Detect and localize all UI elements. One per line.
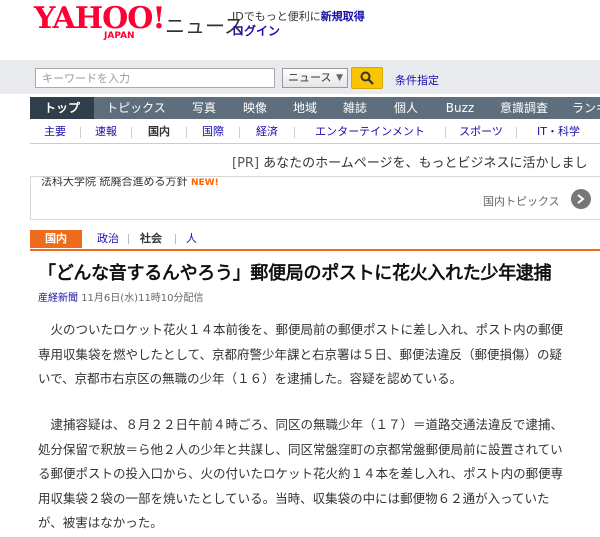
search-icon [360, 71, 374, 85]
search-bar: キーワードを入力 ニュース ▼ 条件指定 [0, 60, 600, 94]
login-box: IDでもっと便利に新規取得 ログイン [232, 10, 365, 38]
search-button[interactable] [351, 67, 383, 89]
subnav-it-science[interactable]: IT・科学 [517, 121, 600, 143]
article-source[interactable]: 産経新聞 [38, 293, 78, 304]
article-title: 「どんな音するんやろう」郵便局のポストに花火入れた少年逮捕 [38, 263, 552, 284]
header: YAHOO! JAPAN ニュース IDでもっと便利に新規取得 ログイン [0, 0, 600, 60]
category-underline [30, 249, 600, 251]
tab-survey[interactable]: 意識調査 [488, 97, 560, 119]
tab-top[interactable]: トップ [30, 97, 94, 119]
subnav-economy[interactable]: 経済 [240, 121, 294, 143]
search-scope-value: ニュース [288, 71, 332, 84]
tab-video[interactable]: 映像 [230, 97, 280, 119]
tab-photo[interactable]: 写真 [178, 97, 230, 119]
logo-sub: JAPAN [104, 31, 135, 41]
register-link[interactable]: 新規取得 [321, 10, 365, 23]
page: YAHOO! JAPAN ニュース IDでもっと便利に新規取得 ログイン キーワ… [0, 0, 600, 537]
pr-tag: [PR] [232, 156, 260, 171]
category-society[interactable]: 社会 [140, 230, 162, 248]
pr-ad[interactable]: [PR] あなたのホームページを、もっとビジネスに活かしまし [232, 152, 588, 171]
tab-ranking[interactable]: ランキ [560, 97, 600, 119]
tab-buzz[interactable]: Buzz [432, 97, 488, 119]
category-politics[interactable]: 政治 [97, 230, 119, 248]
new-badge: NEW! [191, 178, 219, 188]
advanced-search-link[interactable]: 条件指定 [395, 72, 439, 88]
search-input[interactable]: キーワードを入力 [35, 68, 275, 88]
topic-headline[interactable]: 法科大学院 統廃合進める方針 NEW! [41, 176, 219, 189]
tab-topics[interactable]: トピックス [94, 97, 178, 119]
yahoo-logo[interactable]: YAHOO! JAPAN [34, 1, 166, 42]
category-people[interactable]: 人 [186, 230, 197, 248]
subnav-entertainment[interactable]: エンターテインメント [295, 121, 445, 143]
category-divider [128, 234, 129, 244]
article-byline: 産経新聞 11月6日(水)11時10分配信 [38, 289, 204, 304]
logo-text: YAHOO! [34, 1, 166, 36]
category-divider [175, 234, 176, 244]
article-paragraph: 逮捕容疑は、８月２２日午前４時ごろ、同区の無職少年（１７）＝道路交通法違反で逮捕… [38, 417, 564, 530]
pr-text: あなたのホームページを、もっとビジネスに活かしまし [263, 156, 588, 171]
main-nav: トップ トピックス 写真 映像 地域 雑誌 個人 Buzz 意識調査 ランキ [30, 97, 600, 119]
subnav-international[interactable]: 国際 [187, 121, 239, 143]
article-datetime: 11月6日(水)11時10分配信 [81, 293, 204, 304]
subnav-sports[interactable]: スポーツ [446, 121, 516, 143]
topic-headline-text: 法科大学院 統廃合進める方針 [41, 176, 188, 188]
tab-region[interactable]: 地域 [280, 97, 330, 119]
article-paragraph: 火のついたロケット花火１４本前後を、郵便局前の郵便ポストに差し入れ、ポスト内の郵… [38, 322, 564, 386]
category-domestic[interactable]: 国内 [30, 230, 82, 248]
subnav-domestic[interactable]: 国内 [132, 121, 186, 143]
chevron-right-button[interactable] [571, 189, 591, 209]
sub-nav: 主要 速報 国内 国際 経済 エンターテインメント スポーツ IT・科学 [30, 121, 600, 144]
login-link[interactable]: ログイン [232, 24, 365, 38]
search-scope-select[interactable]: ニュース ▼ [282, 68, 348, 88]
domestic-topics-link[interactable]: 国内トピックス [483, 193, 560, 209]
chevron-down-icon: ▼ [336, 73, 343, 83]
login-prompt: IDでもっと便利に [232, 10, 321, 23]
topics-box: 法科大学院 統廃合進める方針 NEW! 国内トピックス [30, 176, 600, 220]
tab-magazine[interactable]: 雑誌 [330, 97, 380, 119]
subnav-flash[interactable]: 速報 [81, 121, 131, 143]
subnav-main[interactable]: 主要 [30, 121, 80, 143]
tab-personal[interactable]: 個人 [380, 97, 432, 119]
chevron-right-icon [577, 194, 585, 204]
